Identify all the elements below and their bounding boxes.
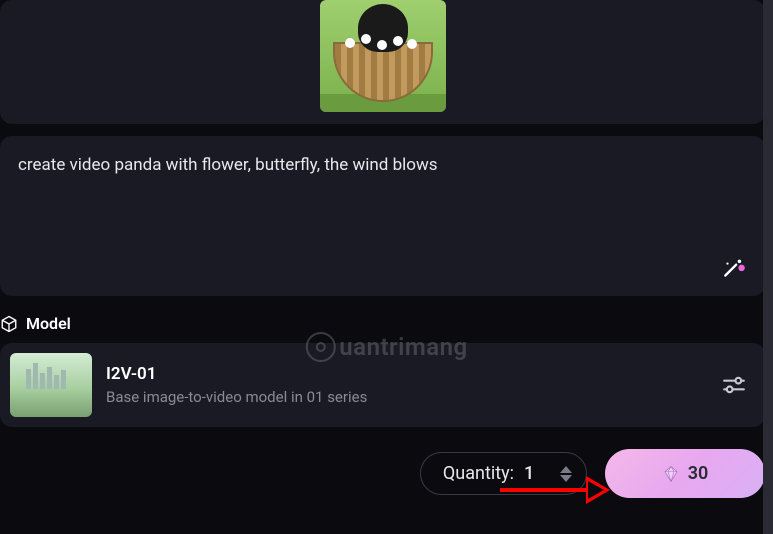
uploaded-image[interactable] xyxy=(320,0,446,112)
prompt-card[interactable]: create video panda with flower, butterfl… xyxy=(0,136,765,296)
bottom-controls: Quantity: 1 30 xyxy=(0,449,773,498)
image-preview-card xyxy=(0,0,765,124)
model-section-label: Model xyxy=(26,314,71,333)
settings-sliders-icon[interactable] xyxy=(721,372,747,398)
quantity-stepper[interactable]: Quantity: 1 xyxy=(420,452,587,495)
prompt-text[interactable]: create video panda with flower, butterfl… xyxy=(18,154,747,178)
model-info: I2V-01 Base image-to-video model in 01 s… xyxy=(106,364,707,406)
model-name: I2V-01 xyxy=(106,364,707,384)
magic-wand-icon[interactable] xyxy=(721,256,747,282)
credits-gem-icon xyxy=(662,465,680,483)
quantity-decrement[interactable] xyxy=(560,475,572,482)
model-thumbnail xyxy=(10,353,92,417)
cube-icon xyxy=(0,315,18,333)
quantity-value: 1 xyxy=(524,463,540,484)
quantity-label: Quantity: xyxy=(443,463,514,484)
scrollbar[interactable] xyxy=(763,0,773,534)
credits-cost: 30 xyxy=(688,463,709,484)
model-section-header: Model xyxy=(0,314,773,343)
model-selector[interactable]: I2V-01 Base image-to-video model in 01 s… xyxy=(0,343,765,427)
quantity-increment[interactable] xyxy=(560,466,572,473)
generate-button[interactable]: 30 xyxy=(605,449,765,498)
model-description: Base image-to-video model in 01 series xyxy=(106,388,707,406)
